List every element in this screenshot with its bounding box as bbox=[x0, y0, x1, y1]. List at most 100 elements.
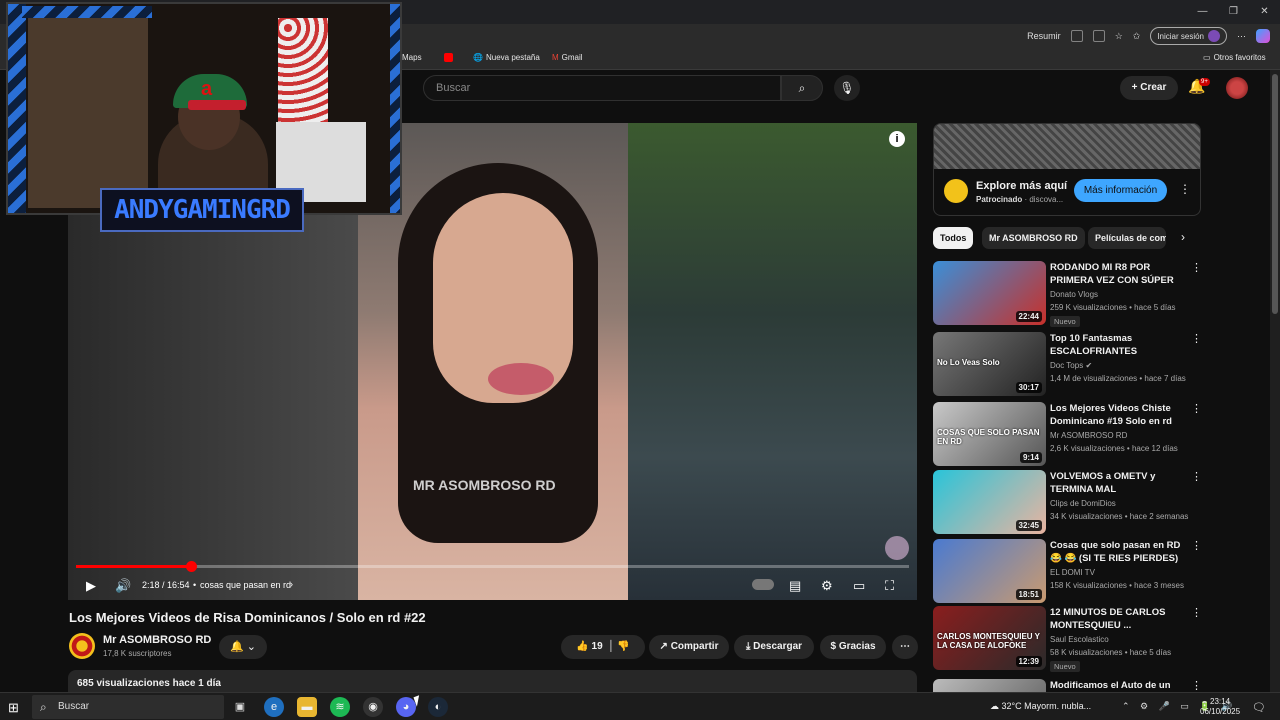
download-button[interactable]: ⤓ Descargar bbox=[734, 635, 814, 659]
video-thumbnail[interactable]: CARLOS MONTESQUIEU Y LA CASA DE ALOFOKE 1… bbox=[933, 606, 1046, 670]
obs-icon[interactable]: ◉ bbox=[363, 697, 383, 717]
progress-bar[interactable] bbox=[76, 561, 909, 572]
video-title[interactable]: Los Mejores Videos Chiste Dominicano #19… bbox=[1050, 402, 1182, 428]
info-icon[interactable]: i bbox=[889, 131, 905, 147]
share-button[interactable]: ↗ Compartir bbox=[649, 635, 729, 659]
user-avatar[interactable] bbox=[1226, 77, 1248, 99]
chip-movies[interactable]: Películas de com bbox=[1088, 227, 1166, 249]
channel-name[interactable]: Donato Vlogs bbox=[1050, 290, 1098, 299]
favorites-icon[interactable]: ✩ bbox=[1133, 31, 1141, 42]
grid-icon[interactable] bbox=[1092, 30, 1105, 42]
resume-button[interactable]: Resumir bbox=[1027, 31, 1061, 41]
theater-mode-icon[interactable]: ▭ bbox=[853, 578, 865, 594]
spotify-icon[interactable]: ≋ bbox=[330, 697, 350, 717]
channel-avatar[interactable] bbox=[69, 633, 95, 659]
like-button[interactable]: 👍 19 bbox=[576, 641, 602, 652]
more-actions-button[interactable]: ⋯ bbox=[892, 635, 918, 659]
subscription-bell-button[interactable]: 🔔 ⌄ bbox=[219, 635, 267, 659]
channel-name[interactable]: EL DOMI TV bbox=[1050, 568, 1095, 577]
video-thumbnail[interactable]: 32:45 bbox=[933, 470, 1046, 534]
more-menu-icon[interactable]: ⋯ bbox=[1237, 31, 1246, 42]
chip-channel[interactable]: Mr ASOMBROSO RD bbox=[982, 227, 1085, 249]
search-icon: ⌕ bbox=[40, 700, 47, 714]
edge-icon[interactable]: e bbox=[264, 697, 284, 717]
kebab-icon[interactable]: ⋮ bbox=[1191, 539, 1202, 552]
video-title[interactable]: Top 10 Fantasmas ESCALOFRIANTES Captados… bbox=[1050, 332, 1182, 358]
video-thumbnail[interactable]: No Lo Veas Solo 30:17 bbox=[933, 332, 1046, 396]
bookmark-other-favorites[interactable]: ▭ Otros favoritos bbox=[1203, 53, 1266, 62]
video-thumbnail[interactable]: 14 DÍAS bbox=[933, 679, 1046, 692]
channel-name[interactable]: Mr ASOMBROSO RD bbox=[103, 634, 211, 646]
bookmark-gmail[interactable]: M Gmail bbox=[552, 53, 583, 62]
recommendation-item[interactable]: 22:44 RODANDO MI R8 POR PRIMERA VEZ CON S… bbox=[933, 261, 1202, 327]
copilot-icon[interactable] bbox=[1256, 29, 1270, 43]
bookmark-new-tab[interactable]: 🌐 Nueva pestaña bbox=[473, 53, 540, 62]
windows-start-icon[interactable]: ⊞ bbox=[8, 700, 19, 716]
bookmark-maps[interactable]: Maps bbox=[402, 53, 422, 62]
weather-widget[interactable]: ☁ 32°C Mayorm. nubla... bbox=[990, 701, 1091, 712]
search-button[interactable]: ⌕ bbox=[781, 75, 823, 101]
chapter-label[interactable]: cosas que pasan en rd bbox=[200, 580, 291, 590]
volume-icon[interactable]: 🔊 bbox=[115, 578, 131, 594]
recommendation-item[interactable]: No Lo Veas Solo 30:17 Top 10 Fantasmas ESC… bbox=[933, 332, 1202, 398]
kebab-icon[interactable]: ⋮ bbox=[1191, 470, 1202, 483]
video-title[interactable]: 12 MINUTOS DE CARLOS MONTESQUIEU ... bbox=[1050, 606, 1182, 632]
recommendation-item[interactable]: CARLOS MONTESQUIEU Y LA CASA DE ALOFOKE 1… bbox=[933, 606, 1202, 672]
discord-icon[interactable]: ◕ bbox=[396, 697, 416, 717]
maximize-button[interactable]: ❐ bbox=[1218, 0, 1249, 24]
kebab-icon[interactable]: ⋮ bbox=[1191, 606, 1202, 619]
voice-search-button[interactable]: 🎙 bbox=[834, 75, 860, 101]
reader-icon[interactable] bbox=[1070, 30, 1083, 42]
video-thumbnail[interactable]: 18:51 bbox=[933, 539, 1046, 603]
thanks-button[interactable]: $ Gracias bbox=[820, 635, 886, 659]
channel-name[interactable]: Saul Escolastico bbox=[1050, 635, 1109, 644]
kebab-icon[interactable]: ⋮ bbox=[1191, 332, 1202, 345]
video-thumbnail[interactable]: COSAS QUE SOLO PASAN EN RD 9:14 bbox=[933, 402, 1046, 466]
bookmark-youtube[interactable] bbox=[444, 53, 453, 62]
channel-watermark[interactable] bbox=[885, 536, 909, 560]
kebab-icon[interactable]: ⋮ bbox=[1191, 679, 1201, 692]
video-thumbnail[interactable]: 22:44 bbox=[933, 261, 1046, 325]
settings-gear-icon[interactable]: ⚙ bbox=[821, 578, 833, 594]
video-title[interactable]: Modificamos el Auto de un bbox=[1050, 679, 1182, 692]
channel-name[interactable]: Doc Tops ✔ bbox=[1050, 361, 1092, 370]
recommendation-item[interactable]: 18:51 Cosas que solo pasan en RD 😂 😂 (SI … bbox=[933, 539, 1202, 605]
chip-all[interactable]: Todos bbox=[933, 227, 974, 249]
fullscreen-icon[interactable]: ⛶ bbox=[885, 578, 894, 594]
create-button[interactable]: + Crear bbox=[1120, 76, 1178, 100]
notification-icon[interactable]: 🗨 bbox=[1252, 701, 1266, 714]
recommendation-item[interactable]: 14 DÍAS Modificamos el Auto de un ⋮ bbox=[933, 679, 1201, 692]
file-explorer-icon[interactable]: ▬ bbox=[297, 697, 317, 717]
taskbar-search[interactable]: ⌕ Buscar bbox=[32, 695, 224, 719]
scrollbar[interactable] bbox=[1270, 70, 1280, 692]
autoplay-toggle[interactable] bbox=[752, 579, 774, 590]
favorite-star-icon[interactable]: ☆ bbox=[1115, 31, 1123, 42]
close-window-button[interactable]: ✕ bbox=[1249, 0, 1280, 24]
kebab-icon[interactable]: ⋮ bbox=[1191, 261, 1202, 274]
bell-icon: 🔔 bbox=[230, 641, 244, 653]
taskbar-clock[interactable]: 23:14 06/10/2025 bbox=[1200, 697, 1240, 717]
ad-more-info-button[interactable]: Más información bbox=[1074, 179, 1167, 202]
steam-icon[interactable]: ◐ bbox=[428, 697, 448, 717]
cloud-icon: ☁ bbox=[990, 701, 999, 711]
sponsored-ad[interactable]: Explore más aquí Patrocinado · discova..… bbox=[933, 123, 1201, 216]
kebab-icon[interactable]: ⋮ bbox=[1191, 402, 1202, 415]
signin-button[interactable]: Iniciar sesión bbox=[1150, 27, 1227, 45]
kebab-icon[interactable]: ⋮ bbox=[1179, 182, 1191, 196]
search-input[interactable]: Buscar bbox=[423, 75, 781, 101]
video-title[interactable]: VOLVEMOS a OMETV y TERMINA MAL bbox=[1050, 470, 1182, 496]
scrollbar-thumb[interactable] bbox=[1272, 74, 1278, 314]
video-title[interactable]: Cosas que solo pasan en RD 😂 😂 (SI TE RI… bbox=[1050, 539, 1182, 565]
minimize-button[interactable]: — bbox=[1187, 0, 1218, 24]
recommendation-item[interactable]: COSAS QUE SOLO PASAN EN RD 9:14 Los Mejore… bbox=[933, 402, 1202, 468]
dislike-button[interactable]: 👎 bbox=[617, 641, 629, 652]
chevron-right-icon[interactable]: › bbox=[1181, 230, 1185, 244]
channel-name[interactable]: Mr ASOMBROSO RD bbox=[1050, 431, 1127, 440]
subtitles-icon[interactable]: ▤ bbox=[789, 578, 801, 594]
channel-name[interactable]: Clips de DomiDios bbox=[1050, 499, 1116, 508]
chevron-right-icon[interactable]: › bbox=[290, 579, 293, 589]
video-title[interactable]: RODANDO MI R8 POR PRIMERA VEZ CON SÚPER … bbox=[1050, 261, 1182, 287]
task-view-icon[interactable]: ▣ bbox=[230, 697, 250, 717]
recommendation-item[interactable]: 32:45 VOLVEMOS a OMETV y TERMINA MAL Clips… bbox=[933, 470, 1202, 536]
play-icon[interactable]: ▶ bbox=[86, 578, 96, 594]
